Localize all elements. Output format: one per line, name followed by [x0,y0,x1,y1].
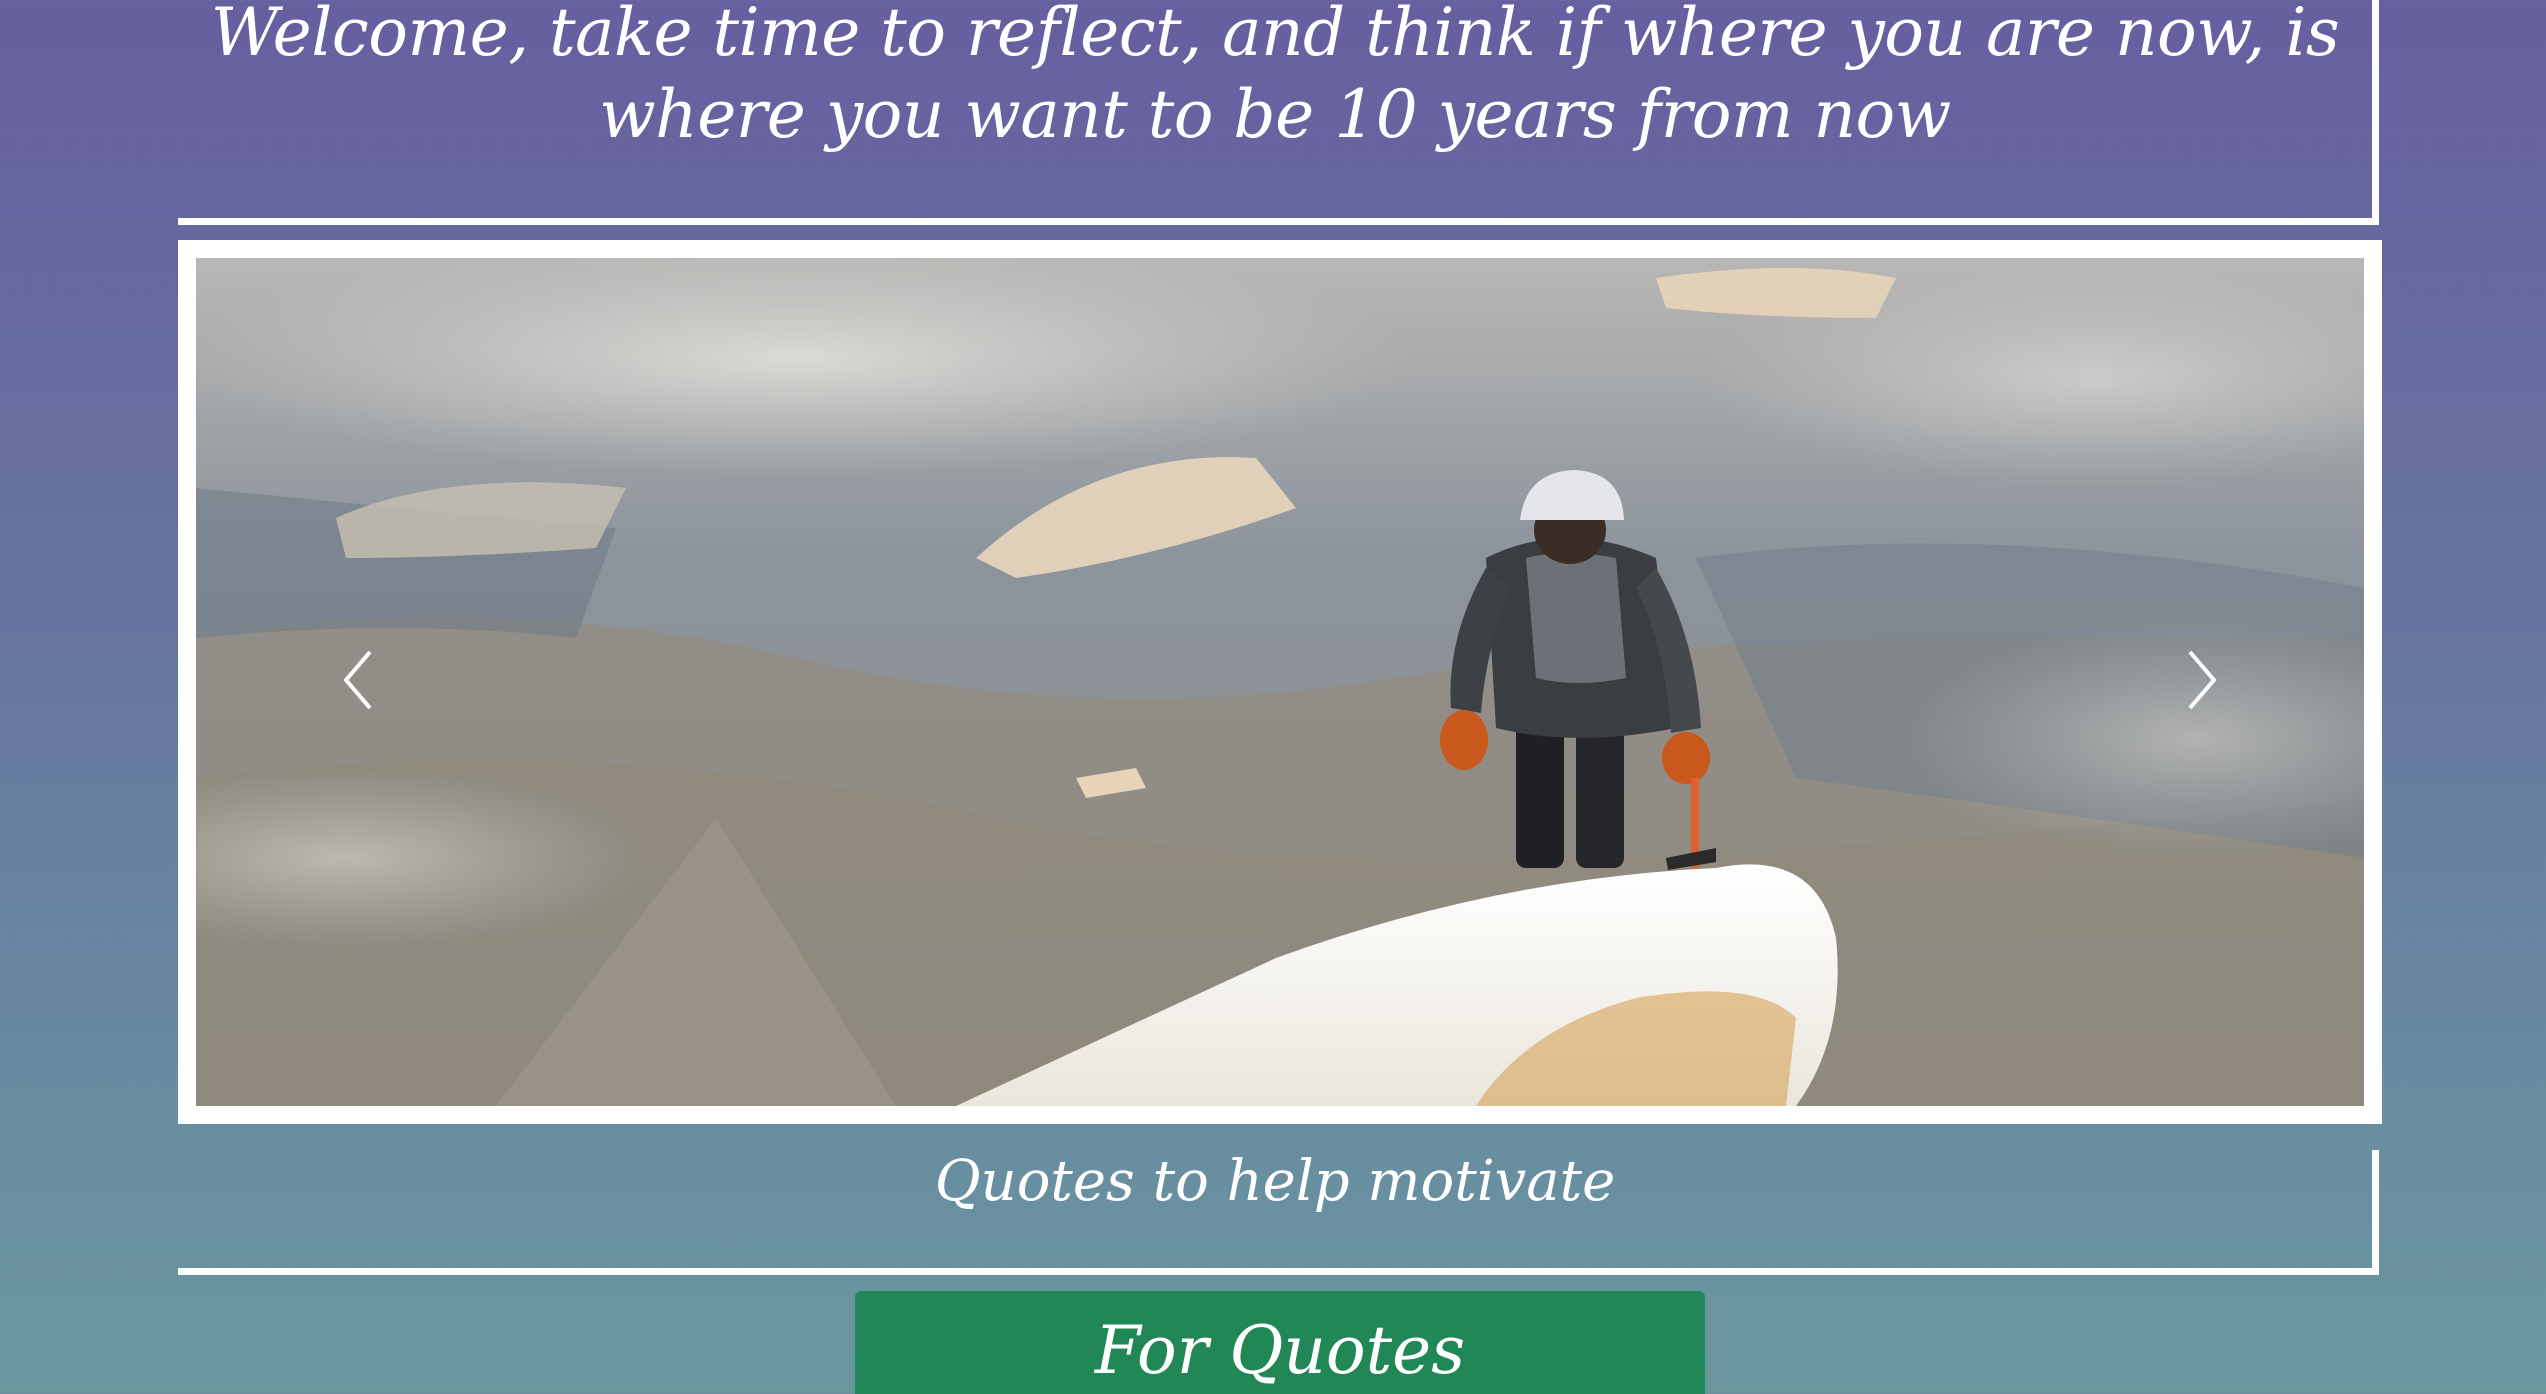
welcome-banner: Welcome, take time to reflect, and think… [178,0,2379,225]
quotes-section: Quotes to help motivate [178,1150,2379,1275]
for-quotes-button[interactable]: For Quotes [855,1291,1705,1394]
chevron-right-icon [2188,650,2217,710]
carousel-slide-image [196,258,2364,1106]
image-carousel [178,240,2382,1124]
mountain-climber-photo [196,258,2364,1106]
quotes-heading: Quotes to help motivate [934,1149,1616,1214]
carousel-next-button[interactable] [2172,640,2232,720]
chevron-left-icon [343,650,372,710]
welcome-heading: Welcome, take time to reflect, and think… [210,0,2340,153]
carousel-prev-button[interactable] [328,640,388,720]
